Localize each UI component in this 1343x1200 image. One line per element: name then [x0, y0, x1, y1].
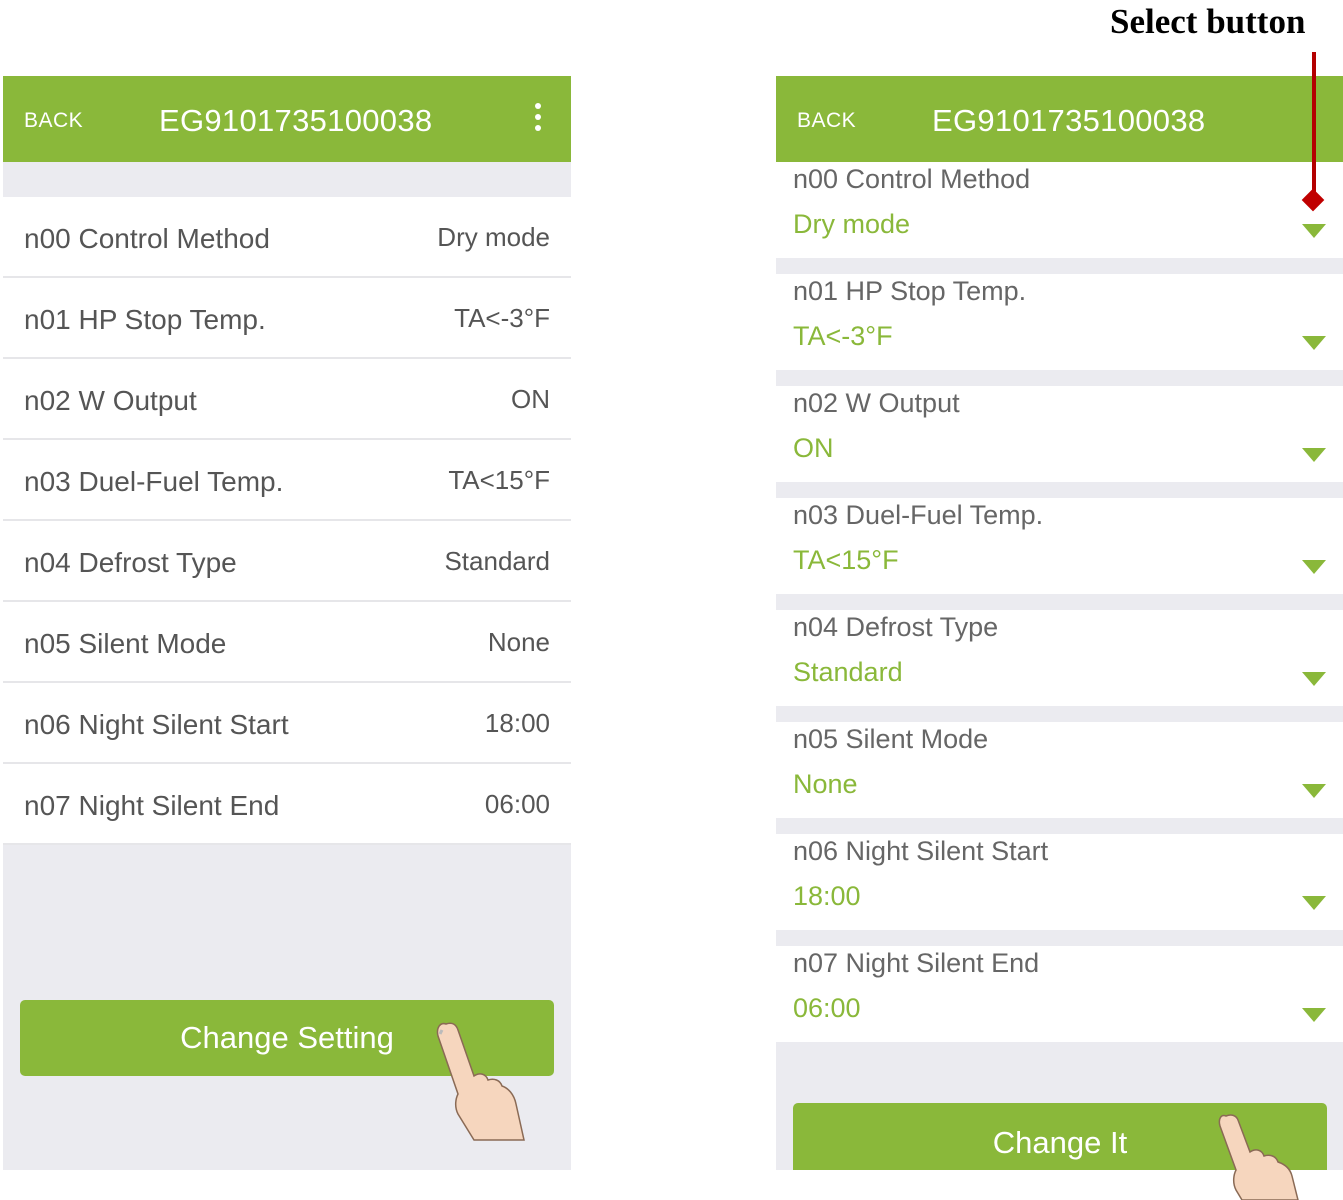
setting-label: n02 W Output [793, 388, 960, 418]
dropdown-arrow-icon[interactable] [1302, 336, 1326, 350]
setting-value: 06:00 [484, 789, 550, 819]
dropdown-arrow-icon[interactable] [1302, 672, 1326, 686]
setting-selected-value[interactable]: Dry mode [793, 209, 910, 240]
setting-selected-value[interactable]: 06:00 [793, 993, 861, 1024]
setting-row: n03 Duel-Fuel Temp. TA<15°F [3, 440, 571, 521]
dropdown-arrow-icon[interactable] [1302, 224, 1326, 238]
setting-select-row[interactable]: n01 HP Stop Temp. TA<-3°F [776, 274, 1343, 370]
setting-row: n01 HP Stop Temp. TA<-3°F [3, 278, 571, 359]
setting-selected-value[interactable]: TA<15°F [793, 545, 899, 576]
setting-select-row[interactable]: n02 W Output ON [776, 386, 1343, 482]
setting-label: n01 HP Stop Temp. [24, 304, 266, 335]
dropdown-arrow-icon[interactable] [1302, 896, 1326, 910]
back-button[interactable]: BACK [24, 109, 83, 133]
setting-row: n06 Night Silent Start 18:00 [3, 683, 571, 764]
dropdown-arrow-icon[interactable] [1302, 1008, 1326, 1022]
setting-row: n07 Night Silent End 06:00 [3, 764, 571, 845]
app-bar: BACK EG9101735100038 [3, 76, 571, 162]
setting-label: n05 Silent Mode [793, 724, 989, 754]
setting-label: n03 Duel-Fuel Temp. [793, 500, 1044, 530]
setting-selected-value[interactable]: TA<-3°F [793, 321, 893, 352]
device-title: EG9101735100038 [159, 103, 433, 138]
settings-screen-view: BACK EG9101735100038 n00 Control Method … [3, 76, 571, 1170]
setting-value: TA<15°F [448, 465, 550, 495]
edit-settings-screen-view: BACK EG9101735100038 n00 Control Method … [776, 76, 1343, 1170]
dropdown-arrow-icon[interactable] [1302, 560, 1326, 574]
setting-value: 18:00 [484, 708, 550, 738]
device-title: EG9101735100038 [932, 103, 1206, 138]
pointing-hand-icon [1218, 1114, 1299, 1200]
setting-label: n00 Control Method [24, 223, 270, 254]
setting-label: n01 HP Stop Temp. [793, 276, 1027, 306]
setting-label: n04 Defrost Type [793, 612, 999, 642]
setting-row: n02 W Output ON [3, 359, 571, 440]
dropdown-arrow-icon[interactable] [1302, 784, 1326, 798]
setting-label: n02 W Output [24, 385, 197, 416]
setting-select-row[interactable]: n03 Duel-Fuel Temp. TA<15°F [776, 498, 1343, 594]
app-bar: BACK EG9101735100038 [776, 76, 1343, 162]
setting-row: n05 Silent Mode None [3, 602, 571, 683]
setting-value: ON [511, 384, 550, 414]
annotation-arrow-line [1312, 52, 1316, 192]
setting-select-row[interactable]: n05 Silent Mode None [776, 722, 1343, 818]
setting-value: None [487, 627, 550, 657]
setting-row: n04 Defrost Type Standard [3, 521, 571, 602]
setting-select-row[interactable]: n07 Night Silent End 06:00 [776, 946, 1343, 1042]
more-options-icon[interactable] [533, 103, 543, 133]
setting-selected-value[interactable]: None [793, 769, 858, 800]
setting-select-row[interactable]: n04 Defrost Type Standard [776, 610, 1343, 706]
settings-list: n00 Control Method Dry mode n01 HP Stop … [3, 197, 571, 845]
setting-label: n06 Night Silent Start [24, 709, 289, 740]
setting-label: n07 Night Silent End [24, 790, 280, 821]
setting-label: n06 Night Silent Start [793, 836, 1049, 866]
setting-selected-value[interactable]: Standard [793, 657, 903, 688]
setting-value: Standard [444, 546, 550, 576]
setting-label: n03 Duel-Fuel Temp. [24, 466, 284, 497]
setting-label: n07 Night Silent End [793, 948, 1040, 978]
setting-select-row[interactable]: n00 Control Method Dry mode [776, 162, 1343, 258]
setting-selected-value[interactable]: ON [793, 433, 834, 464]
setting-value: TA<-3°F [454, 303, 550, 333]
setting-label: n04 Defrost Type [24, 547, 237, 578]
setting-row: n00 Control Method Dry mode [3, 197, 571, 278]
setting-selected-value[interactable]: 18:00 [793, 881, 861, 912]
settings-select-list: n00 Control Method Dry mode n01 HP Stop … [776, 162, 1343, 1058]
dropdown-arrow-icon[interactable] [1302, 448, 1326, 462]
annotation-label: Select button [1110, 2, 1306, 41]
back-button[interactable]: BACK [797, 109, 856, 133]
setting-label: n05 Silent Mode [24, 628, 227, 659]
setting-select-row[interactable]: n06 Night Silent Start 18:00 [776, 834, 1343, 930]
setting-label: n00 Control Method [793, 164, 1031, 194]
setting-value: Dry mode [437, 222, 550, 252]
pointing-hand-icon [436, 1022, 525, 1141]
